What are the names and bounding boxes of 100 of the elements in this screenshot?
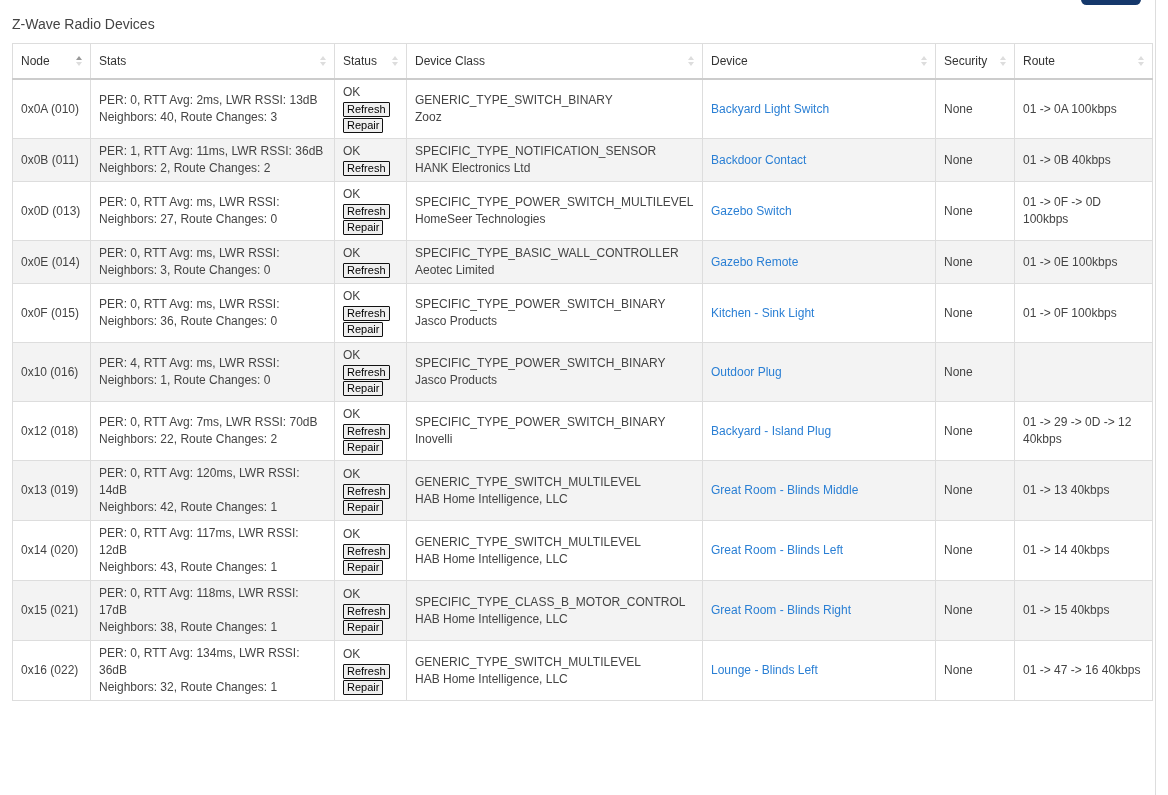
neighbors-text: Neighbors: 36, Route Changes: 0 (99, 313, 279, 331)
device-link[interactable]: Great Room - Blinds Right (711, 603, 852, 618)
device-link[interactable]: Lounge - Blinds Left (711, 663, 818, 678)
repair-button[interactable]: Repair (343, 559, 384, 575)
neighbors-text: Neighbors: 3, Route Changes: 0 (99, 262, 272, 280)
refresh-button[interactable]: Refresh (343, 424, 390, 440)
device-class-text: SPECIFIC_TYPE_POWER_SWITCH_MULTILEVEL (415, 194, 694, 212)
repair-button[interactable]: Repair (343, 322, 384, 338)
manufacturer-text: Jasco Products (415, 372, 499, 390)
status-text: OK (343, 465, 362, 483)
refresh-button[interactable]: Refresh (343, 102, 390, 118)
manufacturer-text: HANK Electronics Ltd (415, 160, 532, 178)
neighbors-text: Neighbors: 40, Route Changes: 3 (99, 109, 279, 127)
node-cell: 0x0A (010) (12, 79, 91, 139)
refresh-button[interactable]: Refresh (343, 603, 390, 619)
neighbors-text: Neighbors: 38, Route Changes: 1 (99, 619, 279, 637)
neighbors-text: Neighbors: 2, Route Changes: 2 (99, 160, 272, 178)
manufacturer-text: Inovelli (415, 431, 454, 449)
device-link[interactable]: Great Room - Blinds Left (711, 543, 844, 558)
device-link[interactable]: Outdoor Plug (711, 364, 782, 379)
status-text: OK (343, 406, 362, 424)
node-cell: 0x0D (013) (12, 181, 91, 241)
security-cell: None (935, 520, 1015, 581)
device-class-text: GENERIC_TYPE_SWITCH_BINARY (415, 92, 614, 110)
stats-text: PER: 4, RTT Avg: ms, LWR RSSI: (99, 355, 281, 373)
repair-button[interactable]: Repair (343, 619, 384, 635)
refresh-button[interactable]: Refresh (343, 204, 390, 220)
security-cell: None (935, 181, 1015, 241)
manufacturer-text: Aeotec Limited (415, 262, 496, 280)
stats-text: PER: 1, RTT Avg: 11ms, LWR RSSI: 36dB (99, 143, 325, 161)
refresh-button[interactable]: Refresh (343, 663, 390, 679)
stats-text: PER: 0, RTT Avg: 134ms, LWR RSSI: 36dB (99, 645, 301, 680)
refresh-button[interactable]: Refresh (343, 543, 390, 559)
repair-button[interactable]: Repair (343, 118, 384, 134)
route-text: 01 -> 14 40kbps (1023, 543, 1110, 558)
device-link[interactable]: Backyard - Island Plug (711, 423, 832, 438)
manufacturer-text: HAB Home Intelligence, LLC (415, 670, 569, 688)
refresh-button[interactable]: Refresh (343, 306, 390, 322)
node-cell: 0x12 (018) (12, 401, 91, 461)
route-text: 01 -> 0E 100kbps (1023, 254, 1118, 269)
device-link[interactable]: Backyard Light Switch (711, 101, 830, 116)
refresh-button[interactable]: Refresh (343, 483, 390, 499)
stats-text: PER: 0, RTT Avg: ms, LWR RSSI: (99, 194, 281, 212)
stats-text: PER: 0, RTT Avg: ms, LWR RSSI: (99, 245, 281, 263)
neighbors-text: Neighbors: 32, Route Changes: 1 (99, 679, 279, 697)
status-text: OK (343, 288, 362, 306)
refresh-button[interactable]: Refresh (343, 161, 390, 177)
route-text: 01 -> 0B 40kbps (1023, 152, 1111, 167)
node-cell: 0x0F (015) (12, 283, 91, 343)
device-link[interactable]: Gazebo Switch (711, 203, 792, 218)
security-cell: None (935, 401, 1015, 461)
stats-text: PER: 0, RTT Avg: 2ms, LWR RSSI: 13dB (99, 92, 319, 110)
stats-text: PER: 0, RTT Avg: 120ms, LWR RSSI: 14dB (99, 465, 301, 500)
device-class-text: SPECIFIC_TYPE_NOTIFICATION_SENSOR (415, 143, 658, 161)
node-cell: 0x0E (014) (12, 240, 91, 284)
route-text: 01 -> 0F 100kbps (1023, 305, 1117, 320)
device-link[interactable]: Gazebo Remote (711, 254, 799, 269)
repair-button[interactable]: Repair (343, 440, 384, 456)
device-link[interactable]: Great Room - Blinds Middle (711, 483, 859, 498)
stats-text: PER: 0, RTT Avg: ms, LWR RSSI: (99, 296, 281, 314)
node-cell: 0x16 (022) (12, 640, 91, 701)
node-cell: 0x13 (019) (12, 460, 91, 521)
neighbors-text: Neighbors: 1, Route Changes: 0 (99, 372, 272, 390)
security-cell: None (935, 580, 1015, 641)
security-cell: None (935, 640, 1015, 701)
status-text: OK (343, 347, 362, 365)
stats-text: PER: 0, RTT Avg: 7ms, LWR RSSI: 70dB (99, 414, 319, 432)
route-text: 01 -> 0A 100kbps (1023, 101, 1117, 116)
security-cell: None (935, 138, 1015, 182)
refresh-button[interactable]: Refresh (343, 263, 390, 279)
status-text: OK (343, 245, 362, 263)
status-text: OK (343, 585, 362, 603)
status-text: OK (343, 84, 362, 102)
repair-button[interactable]: Repair (343, 679, 384, 695)
route-text: 01 -> 29 -> 0D -> 12 40kbps (1023, 415, 1132, 447)
repair-button[interactable]: Repair (343, 381, 384, 397)
device-class-text: SPECIFIC_TYPE_CLASS_B_MOTOR_CONTROL (415, 593, 687, 611)
security-cell: None (935, 240, 1015, 284)
device-class-text: GENERIC_TYPE_SWITCH_MULTILEVEL (415, 473, 642, 491)
section-title: Z-Wave Radio Devices (12, 15, 155, 34)
device-class-text: GENERIC_TYPE_SWITCH_MULTILEVEL (415, 533, 642, 551)
refresh-button[interactable]: Refresh (343, 365, 390, 381)
repair-button[interactable]: Repair (343, 220, 384, 236)
manufacturer-text: HAB Home Intelligence, LLC (415, 550, 569, 568)
security-cell: None (935, 283, 1015, 343)
device-link[interactable]: Kitchen - Sink Light (711, 305, 815, 320)
device-link[interactable]: Backdoor Contact (711, 152, 807, 167)
security-cell: None (935, 342, 1015, 402)
status-text: OK (343, 143, 362, 161)
device-class-text: GENERIC_TYPE_SWITCH_MULTILEVEL (415, 653, 642, 671)
stats-text: PER: 0, RTT Avg: 117ms, LWR RSSI: 12dB (99, 525, 300, 560)
manufacturer-text: HomeSeer Technologies (415, 211, 547, 229)
repair-button[interactable]: Repair (343, 499, 384, 515)
route-text: 01 -> 47 -> 16 40kbps (1023, 663, 1141, 678)
neighbors-text: Neighbors: 27, Route Changes: 0 (99, 211, 279, 229)
security-cell: None (935, 460, 1015, 521)
stats-text: PER: 0, RTT Avg: 118ms, LWR RSSI: 17dB (99, 585, 300, 620)
node-cell: 0x0B (011) (12, 138, 91, 182)
route-text: 01 -> 13 40kbps (1023, 483, 1110, 498)
node-cell: 0x15 (021) (12, 580, 91, 641)
